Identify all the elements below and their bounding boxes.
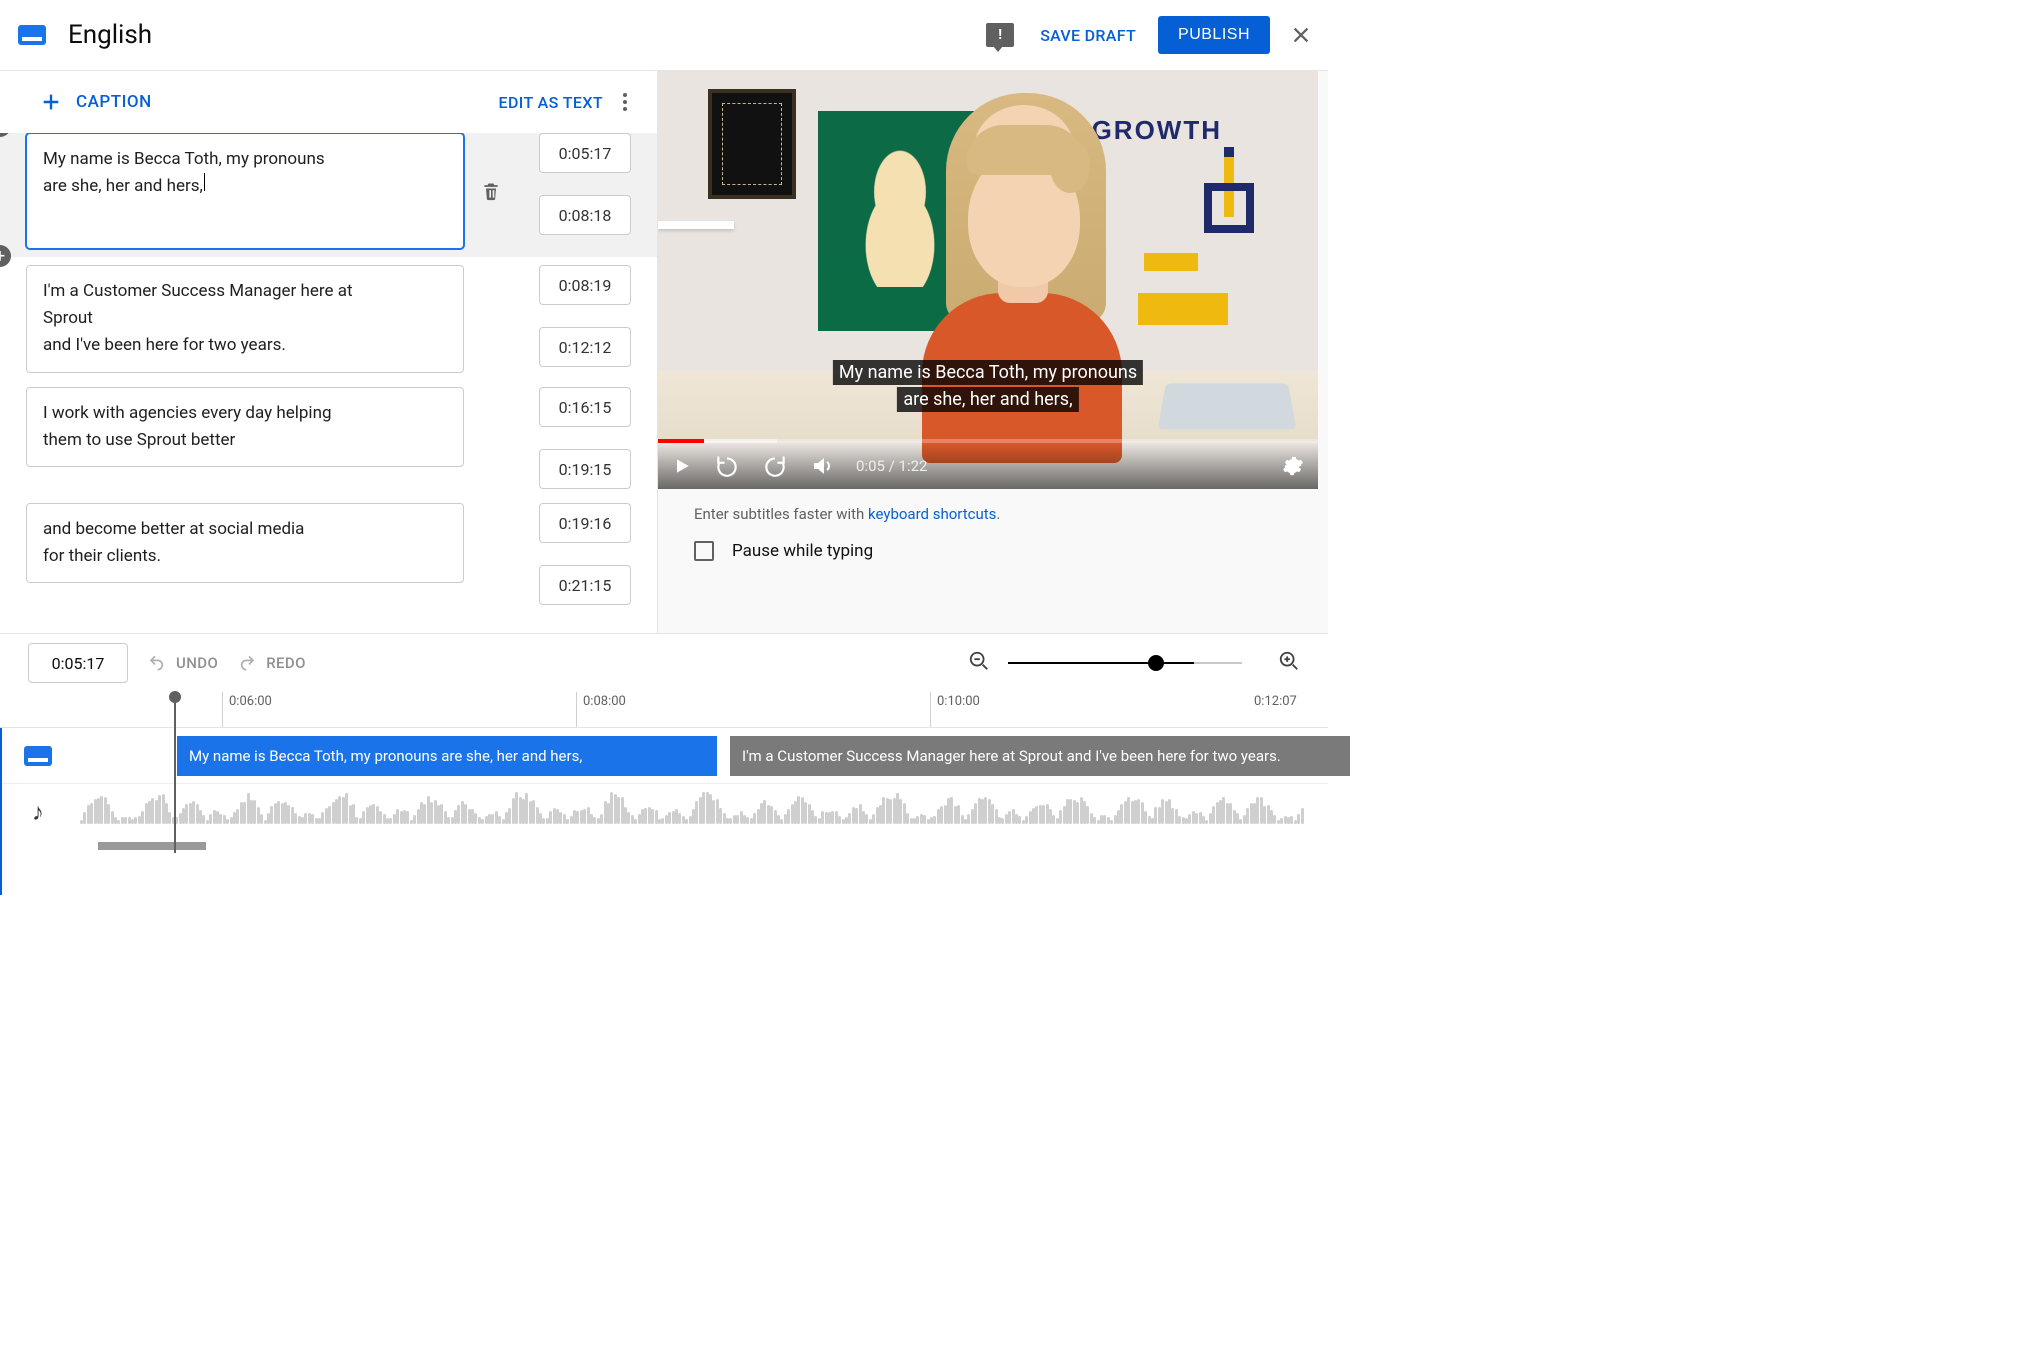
ruler-tick-label: 0:08:00 [583,694,626,709]
scrollbar-thumb[interactable] [98,842,206,850]
save-draft-button[interactable]: SAVE DRAFT [1040,26,1136,45]
redo-button[interactable]: REDO [236,654,306,672]
caption-start-time[interactable]: 0:05:17 [539,133,631,173]
zoom-controls [968,650,1300,676]
delete-caption-icon[interactable] [481,179,501,203]
caption-start-time[interactable]: 0:16:15 [539,387,631,427]
video-time-label: 0:05 / 1:22 [856,457,927,475]
shortcuts-hint: Enter subtitles faster with keyboard sho… [658,489,1328,533]
insert-above-icon[interactable]: + [0,133,11,137]
caption-row: and become better at social media for th… [26,503,631,605]
forward-10-icon[interactable] [762,453,788,479]
add-caption-label: CAPTION [76,92,152,112]
caption-row: I'm a Customer Success Manager here at S… [26,265,631,373]
rewind-10-icon[interactable] [714,453,740,479]
undo-button[interactable]: UNDO [146,654,218,672]
timeline-segment[interactable]: My name is Becca Toth, my pronouns are s… [177,736,717,776]
video-controls: 0:05 / 1:22 [658,443,1318,489]
playhead-time-input[interactable]: 0:05:17 [28,643,128,683]
caption-start-time[interactable]: 0:19:16 [539,503,631,543]
zoom-slider-thumb[interactable] [1148,655,1164,671]
caption-text-input[interactable]: and become better at social media for th… [26,503,464,583]
caption-end-time[interactable]: 0:12:12 [539,327,631,367]
insert-below-icon[interactable]: + [0,245,11,267]
page-title: English [68,20,152,50]
pause-while-typing-label: Pause while typing [732,541,873,561]
caption-end-time[interactable]: 0:19:15 [539,449,631,489]
captions-app-icon [18,25,46,45]
close-icon[interactable] [1290,24,1312,46]
zoom-in-icon[interactable] [1278,650,1300,676]
pause-while-typing-checkbox[interactable] [694,541,714,561]
preview-pane: GROWTH My name is Becca Toth, my pronoun… [658,71,1328,633]
caption-row: + + My name is Becca Toth, my pronouns a… [0,133,657,257]
timeline-segment[interactable]: I'm a Customer Success Manager here at S… [730,736,1350,776]
add-caption-button[interactable]: CAPTION [40,91,152,113]
video-caption-overlay: My name is Becca Toth, my pronouns are s… [833,359,1143,413]
video-player[interactable]: GROWTH My name is Becca Toth, my pronoun… [658,71,1318,489]
publish-button[interactable]: PUBLISH [1158,16,1270,54]
play-icon[interactable] [672,455,692,477]
caption-text-input[interactable]: My name is Becca Toth, my pronouns are s… [26,133,464,249]
feedback-icon[interactable]: ! [986,23,1014,47]
caption-toolbar: CAPTION EDIT AS TEXT [0,71,657,133]
caption-track-icon [24,746,52,766]
app-header: English ! SAVE DRAFT PUBLISH [0,0,1328,71]
caption-track: My name is Becca Toth, my pronouns are s… [2,728,1328,784]
zoom-out-icon[interactable] [968,650,990,676]
volume-icon[interactable] [810,454,834,478]
ruler-tick-label: 0:10:00 [937,694,980,709]
caption-list[interactable]: + + My name is Becca Toth, my pronouns a… [0,133,657,633]
audio-waveform[interactable] [74,792,1328,832]
audio-track-icon: ♪ [2,798,74,827]
ruler-tick-label: 0:06:00 [229,694,272,709]
audio-track: ♪ [2,784,1328,840]
caption-end-time[interactable]: 0:08:18 [539,195,631,235]
pause-while-typing-row: Pause while typing [658,533,1328,569]
caption-end-time[interactable]: 0:21:15 [539,565,631,605]
caption-text-input[interactable]: I work with agencies every day helping t… [26,387,464,467]
edit-as-text-button[interactable]: EDIT AS TEXT [499,93,604,112]
settings-gear-icon[interactable] [1282,455,1304,477]
more-menu-icon[interactable] [619,89,631,115]
video-frame-illustration: GROWTH [658,71,1318,489]
timeline-footer: 0:05:17 UNDO REDO 0:06:00 0:08:00 0:10: [0,633,1328,895]
timeline-horizontal-scrollbar[interactable] [2,840,1328,852]
ruler-tick-label: 0:12:07 [1254,694,1297,709]
keyboard-shortcuts-link[interactable]: keyboard shortcuts [868,505,996,523]
caption-text-input[interactable]: I'm a Customer Success Manager here at S… [26,265,464,373]
caption-start-time[interactable]: 0:08:19 [539,265,631,305]
zoom-slider[interactable] [1008,662,1194,664]
timeline-ruler[interactable]: 0:06:00 0:08:00 0:10:00 0:12:07 [0,692,1328,728]
caption-row: I work with agencies every day helping t… [26,387,631,489]
caption-editor-pane: CAPTION EDIT AS TEXT + + My name is Becc… [0,71,658,633]
